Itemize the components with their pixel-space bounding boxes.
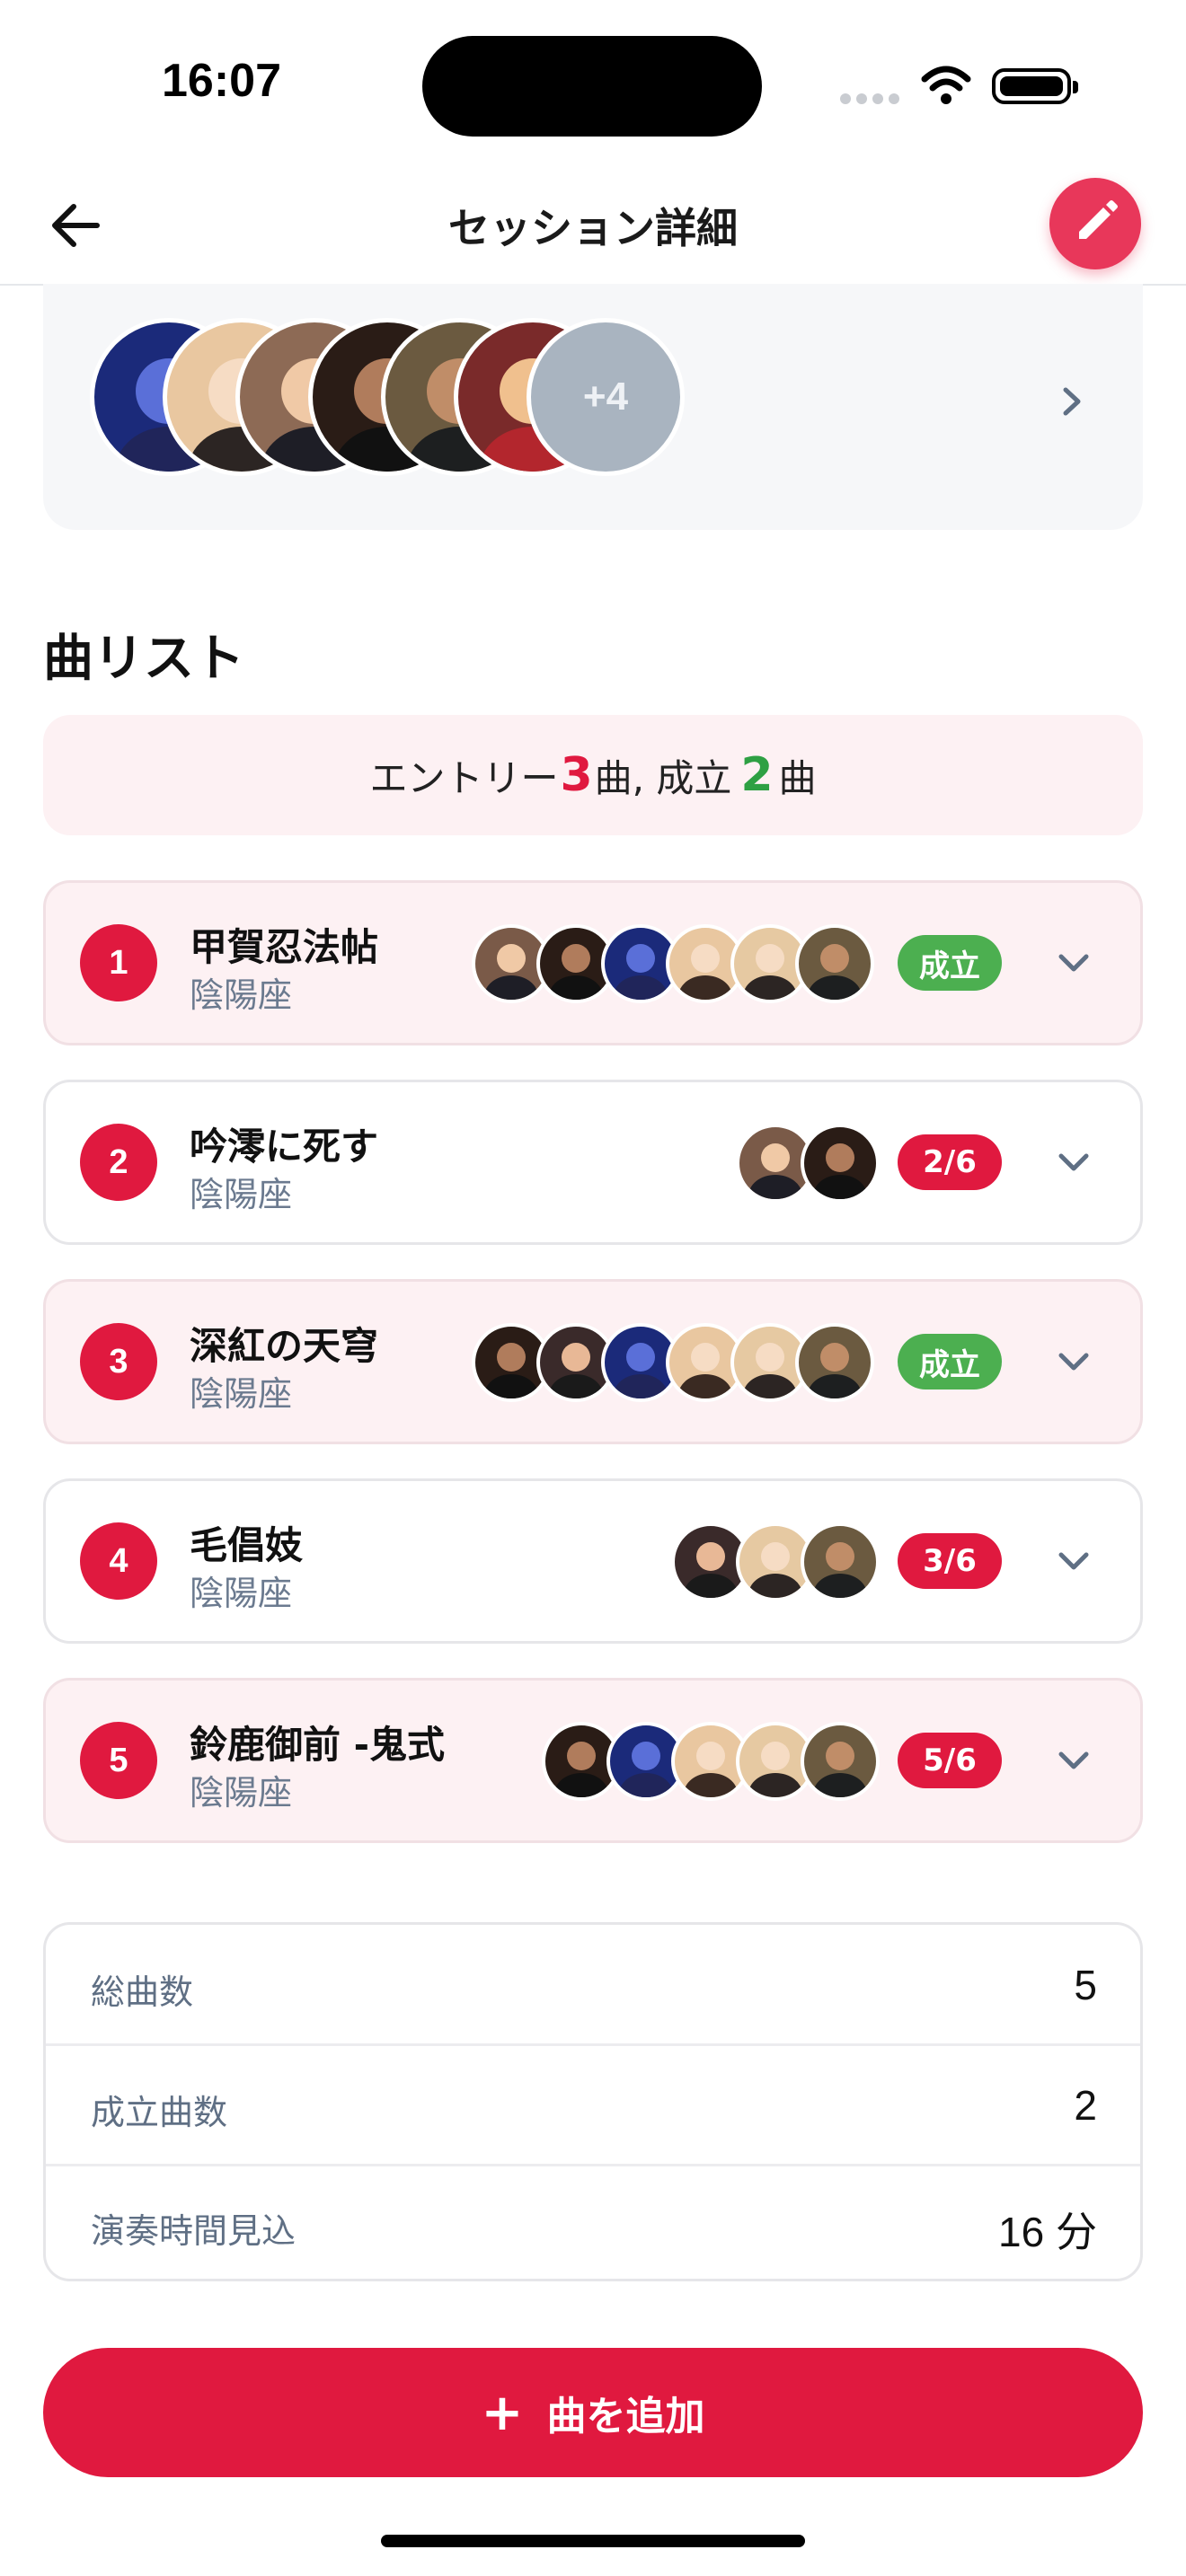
song-index: 2 (80, 1124, 157, 1201)
song-title: 甲賀忍法帖 (190, 925, 379, 969)
stat-value: 5 (1074, 1962, 1097, 2008)
player-avatar (801, 1722, 880, 1801)
status-badge: 3/6 (898, 1533, 1002, 1589)
stat-label: 成立曲数 (91, 2093, 228, 2132)
members-card[interactable]: +4 (43, 284, 1143, 530)
song-artist: 陰陽座 (190, 1374, 293, 1414)
stat-row-established-songs: 成立曲数 2 (46, 2045, 1140, 2164)
wifi-icon (921, 66, 971, 104)
song-artist: 陰陽座 (190, 1574, 293, 1613)
song-title: 深紅の天穹 (190, 1324, 379, 1368)
song-list-title: 曲リスト (43, 630, 244, 688)
song-index: 3 (80, 1323, 157, 1400)
page-title: セッション詳細 (448, 204, 738, 252)
chevron-down-icon[interactable] (1056, 949, 1092, 976)
stat-label: 総曲数 (91, 1972, 194, 2012)
song-artist: 陰陽座 (190, 1175, 293, 1214)
song-index: 4 (80, 1522, 157, 1600)
chevron-down-icon[interactable] (1056, 1348, 1092, 1375)
summary-prefix: エントリー (369, 755, 559, 800)
chevron-down-icon[interactable] (1056, 1149, 1092, 1176)
chevron-down-icon[interactable] (1056, 1747, 1092, 1774)
stat-value: 2 (1074, 2082, 1097, 2129)
player-avatar (801, 1522, 880, 1601)
song-row[interactable]: 4 毛倡妓 陰陽座 3/6 (43, 1478, 1143, 1644)
cellular-signal-icon (840, 93, 901, 104)
song-index: 1 (80, 924, 157, 1001)
add-song-label: 曲を追加 (546, 2394, 705, 2439)
chevron-down-icon[interactable] (1056, 1548, 1092, 1575)
song-row[interactable]: 3 深紅の天穹 陰陽座 成立 (43, 1279, 1143, 1444)
status-time: 16:07 (162, 55, 281, 107)
song-row[interactable]: 2 吟澪に死す 陰陽座 2/6 (43, 1080, 1143, 1245)
summary-mid: 曲, 成立 (594, 755, 732, 800)
song-row[interactable]: 1 甲賀忍法帖 陰陽座 成立 (43, 880, 1143, 1045)
status-badge: 成立 (898, 1334, 1002, 1389)
session-stats-table: 総曲数 5 成立曲数 2 演奏時間見込 16 分 (43, 1922, 1143, 2281)
summary-suffix: 曲 (778, 755, 817, 800)
home-indicator[interactable] (381, 2535, 805, 2547)
player-avatars (472, 924, 876, 1003)
song-artist: 陰陽座 (190, 1773, 293, 1813)
plus-icon: + (481, 2383, 524, 2442)
player-avatars (671, 1522, 887, 1601)
status-badge: 2/6 (898, 1134, 1002, 1190)
player-avatar (795, 1323, 874, 1402)
song-index: 5 (80, 1722, 157, 1799)
player-avatars (542, 1722, 883, 1801)
status-badge: 5/6 (898, 1733, 1002, 1788)
chevron-right-icon[interactable] (1057, 379, 1087, 424)
player-avatars (472, 1323, 876, 1402)
stat-value: 16 分 (998, 2209, 1097, 2255)
status-badge: 成立 (898, 935, 1002, 991)
song-summary-banner: エントリー 3 曲, 成立 2 曲 (43, 715, 1143, 835)
song-title: 毛倡妓 (190, 1523, 304, 1567)
stat-row-estimated-time: 演奏時間見込 16 分 (46, 2164, 1140, 2282)
stat-label: 演奏時間見込 (91, 2211, 296, 2251)
song-row[interactable]: 5 鈴鹿御前 -鬼式 陰陽座 5/6 (43, 1678, 1143, 1843)
established-count: 2 (740, 748, 774, 802)
pencil-icon (1079, 200, 1118, 239)
player-avatar (795, 924, 874, 1003)
song-title: 吟澪に死す (190, 1125, 379, 1169)
add-song-button[interactable]: + 曲を追加 (43, 2348, 1143, 2477)
dynamic-island (422, 36, 762, 137)
stat-row-total-songs: 総曲数 5 (46, 1925, 1140, 2043)
song-artist: 陰陽座 (190, 975, 293, 1015)
battery-icon (992, 68, 1078, 104)
player-avatars (736, 1124, 880, 1203)
player-avatar (801, 1124, 880, 1203)
more-members-badge[interactable]: +4 (527, 318, 685, 476)
song-title: 鈴鹿御前 -鬼式 (190, 1723, 446, 1767)
edit-button[interactable] (1049, 178, 1141, 269)
entry-count: 3 (560, 748, 593, 802)
